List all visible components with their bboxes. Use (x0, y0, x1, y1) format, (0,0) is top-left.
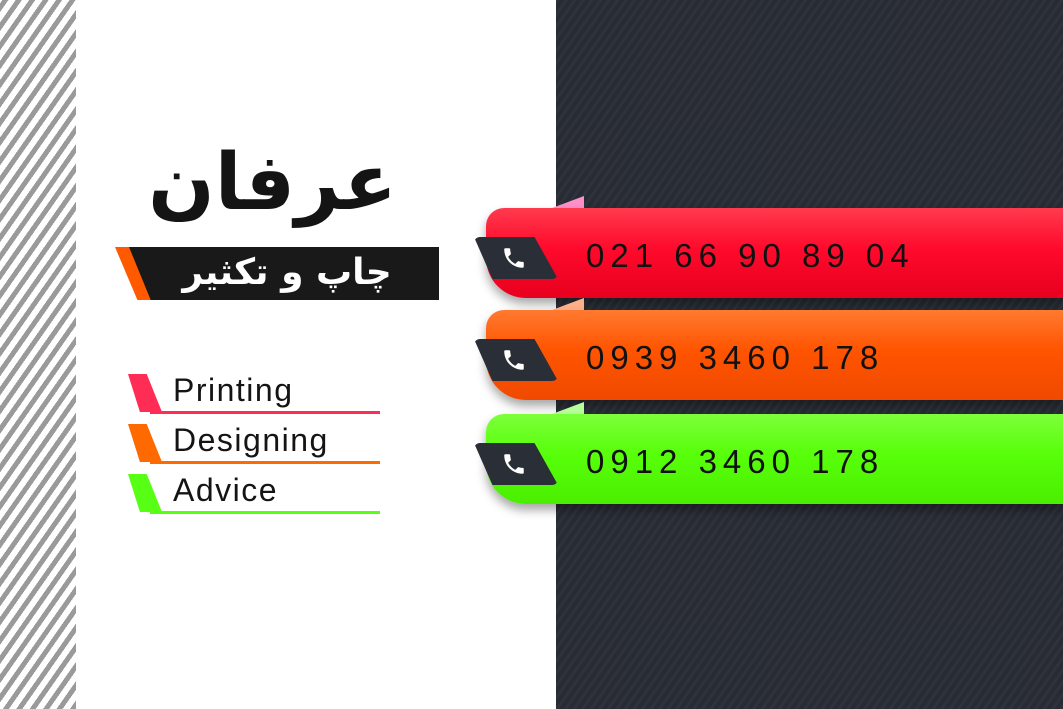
tagline-ribbon: چاپ و تکثیر (115, 247, 439, 300)
service-underline (150, 461, 380, 464)
service-tab-marker (128, 374, 162, 412)
service-underline (150, 511, 380, 514)
service-item-printing: Printing (128, 372, 380, 414)
service-label: Advice (173, 472, 279, 508)
service-tab-marker (128, 424, 162, 462)
phone-number[interactable]: 0912 3460 178 (586, 442, 884, 482)
service-tab-marker (128, 474, 162, 512)
phone-number[interactable]: 0939 3460 178 (586, 338, 884, 378)
brand-name: عرفان (148, 138, 397, 228)
service-label: Designing (173, 422, 329, 458)
phone-row-mobile-1: 0939 3460 178 (474, 298, 1063, 416)
service-label: Printing (173, 372, 294, 408)
left-stripe-pattern (0, 0, 76, 709)
phone-row-mobile-2: 0912 3460 178 (474, 402, 1063, 520)
tagline-text: چاپ و تکثیر (182, 252, 392, 293)
phone-number[interactable]: 021 66 90 89 04 (586, 236, 915, 276)
service-item-designing: Designing (128, 422, 380, 464)
phone-icon (504, 248, 524, 268)
phone-row-landline: 021 66 90 89 04 (474, 196, 1063, 314)
service-item-advice: Advice (128, 472, 380, 514)
phone-icon (504, 454, 524, 474)
service-underline (150, 411, 380, 414)
phone-icon (504, 350, 524, 370)
